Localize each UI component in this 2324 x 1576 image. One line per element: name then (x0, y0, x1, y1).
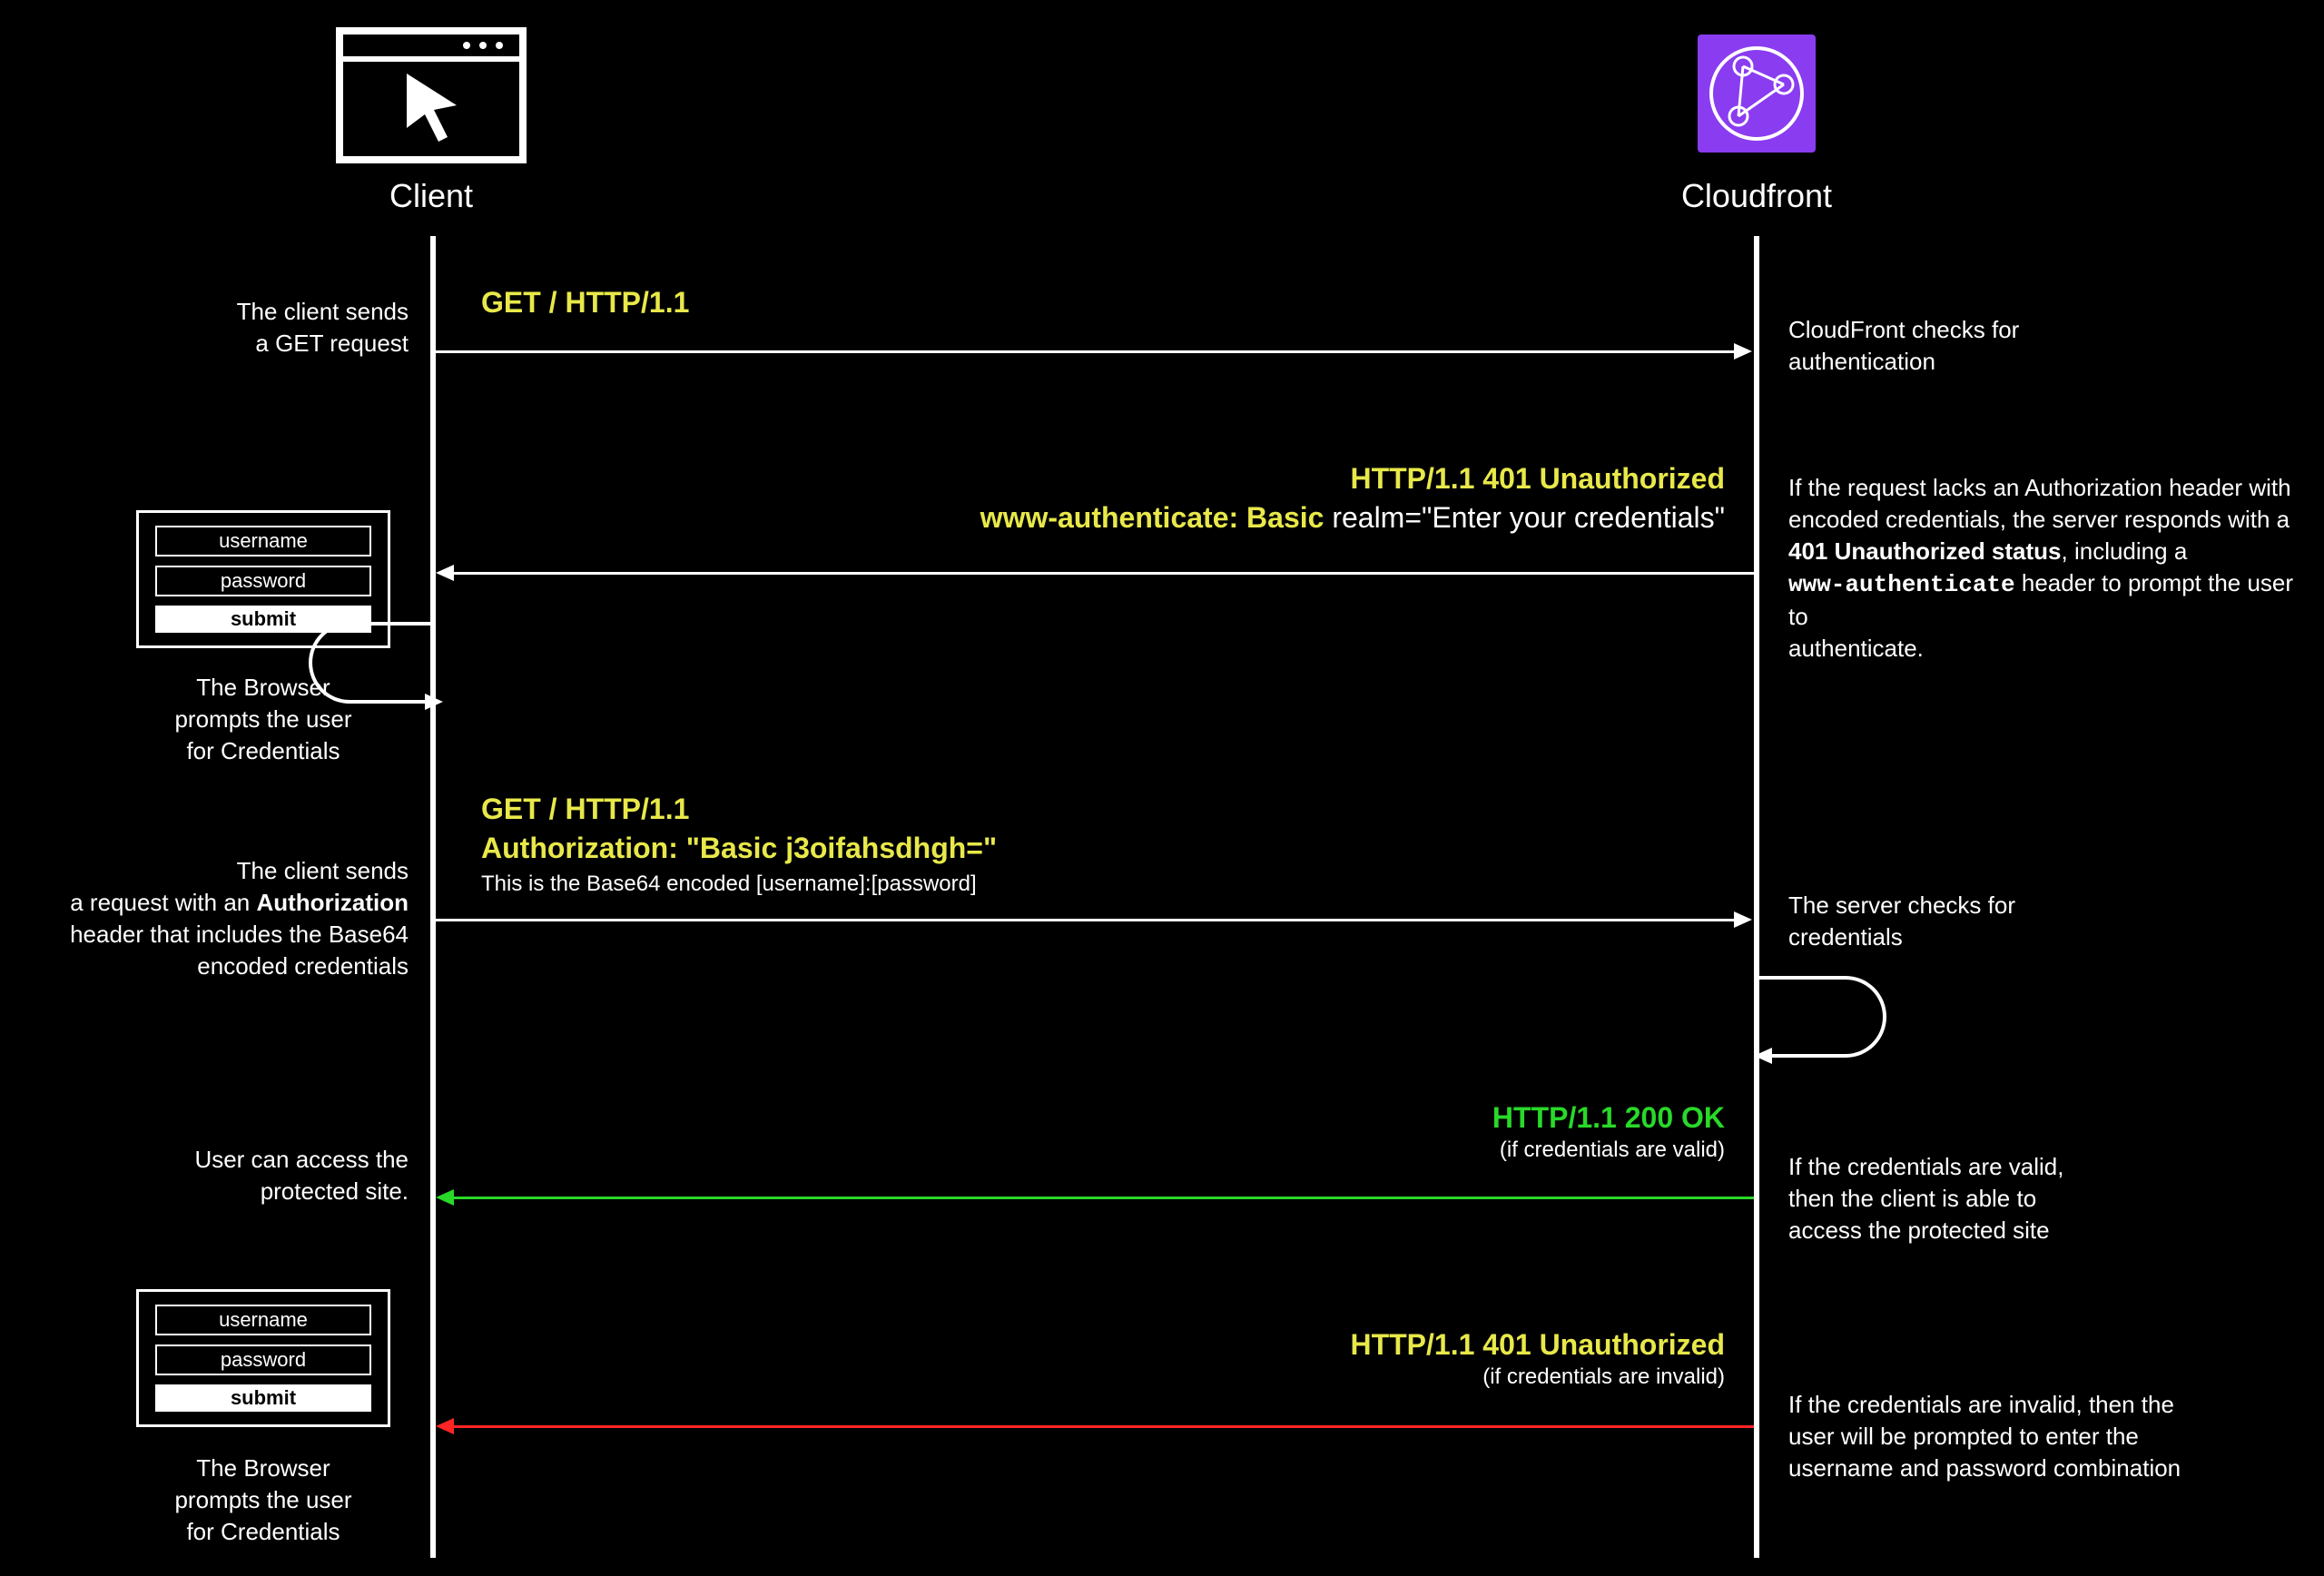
note-browser-prompts-2: The Browser prompts the user for Credent… (136, 1453, 390, 1548)
msg-401-line2-realm: realm="Enter your credentials" (1332, 501, 1725, 534)
arrow-401 (454, 572, 1754, 575)
arrow-200 (454, 1197, 1754, 1199)
note-client-sends-auth-c: header that includes the Base64 encoded … (70, 921, 409, 980)
server-lifeline (1754, 236, 1759, 1558)
arrow-get-request-head (1734, 343, 1752, 360)
msg-200-line2: (if credentials are valid) (472, 1138, 1725, 1163)
client-actor-label: Client (336, 177, 527, 215)
loop-client-prompt-head (425, 694, 443, 710)
note-client-sends-auth-b: a request with an (70, 889, 256, 916)
cred2-username: username (155, 1305, 371, 1335)
cred1-username: username (155, 526, 371, 557)
msg-401-line1: HTTP/1.1 401 Unauthorized (472, 459, 1725, 498)
note-client-sends-get: The client sends a GET request (136, 296, 409, 360)
loop-client-prompt (309, 622, 436, 704)
cred2-password: password (155, 1345, 371, 1375)
msg-401-line2: www-authenticate: Basic realm="Enter you… (472, 498, 1725, 537)
msg-401-line2-header: www-authenticate: Basic (980, 501, 1333, 534)
note-401-b-bold: 401 Unauthorized status (1788, 537, 2062, 565)
note-client-sends-auth: The client sends a request with an Autho… (27, 855, 409, 982)
note-401-a: If the request lacks an Authorization he… (1788, 474, 2291, 533)
cred1-password: password (155, 566, 371, 596)
arrow-get-request (436, 350, 1734, 353)
arrow-200-head (436, 1189, 454, 1206)
msg-200-ok: HTTP/1.1 200 OK (if credentials are vali… (472, 1098, 1725, 1163)
msg-get-request: GET / HTTP/1.1 (481, 283, 689, 322)
note-401-b-rest: , including a (2062, 537, 2188, 565)
note-user-can-access: User can access the protected site. (136, 1144, 409, 1207)
arrow-get-auth (436, 919, 1734, 921)
msg-200-line1: HTTP/1.1 200 OK (472, 1098, 1725, 1138)
msg-get-auth-line2: Authorization: "Basic j3oifahsdhgh=" (481, 829, 997, 868)
loop-server-check-head (1754, 1048, 1772, 1064)
note-client-sends-auth-a: The client sends (237, 857, 409, 884)
cred2-submit: submit (155, 1384, 371, 1412)
note-creds-invalid: If the credentials are invalid, then the… (1788, 1389, 2279, 1484)
msg-get-auth-line1: GET / HTTP/1.1 (481, 790, 997, 829)
msg-401-invalid: HTTP/1.1 401 Unauthorized (if credential… (472, 1325, 1725, 1390)
client-lifeline (430, 236, 436, 1558)
note-server-checks-creds: The server checks for credentials (1788, 890, 2242, 953)
msg-get-auth-line3: This is the Base64 encoded [username]:[p… (481, 872, 997, 897)
cloudfront-actor-label: Cloudfront (1652, 177, 1861, 215)
client-actor-icon (336, 27, 527, 163)
note-client-sends-auth-b-bold: Authorization (256, 889, 409, 916)
note-401-explain: If the request lacks an Authorization he… (1788, 472, 2297, 665)
note-creds-valid: If the credentials are valid, then the c… (1788, 1151, 2242, 1246)
msg-401-inv-line2: (if credentials are invalid) (472, 1364, 1725, 1390)
cloudfront-actor-icon (1698, 34, 1816, 153)
arrow-get-auth-head (1734, 911, 1752, 928)
arrow-401-invalid (454, 1425, 1754, 1428)
msg-401-unauth: HTTP/1.1 401 Unauthorized www-authentica… (472, 459, 1725, 537)
loop-server-check (1759, 976, 1886, 1058)
msg-401-inv-line1: HTTP/1.1 401 Unauthorized (472, 1325, 1725, 1364)
note-401-c-mono: www-authenticate (1788, 571, 2015, 598)
arrow-401-head (436, 565, 454, 581)
arrow-401-invalid-head (436, 1418, 454, 1434)
note-cf-checks-auth: CloudFront checks for authentication (1788, 314, 2242, 378)
credential-prompt-2: username password submit (136, 1289, 390, 1427)
msg-get-with-auth: GET / HTTP/1.1 Authorization: "Basic j3o… (481, 790, 997, 897)
